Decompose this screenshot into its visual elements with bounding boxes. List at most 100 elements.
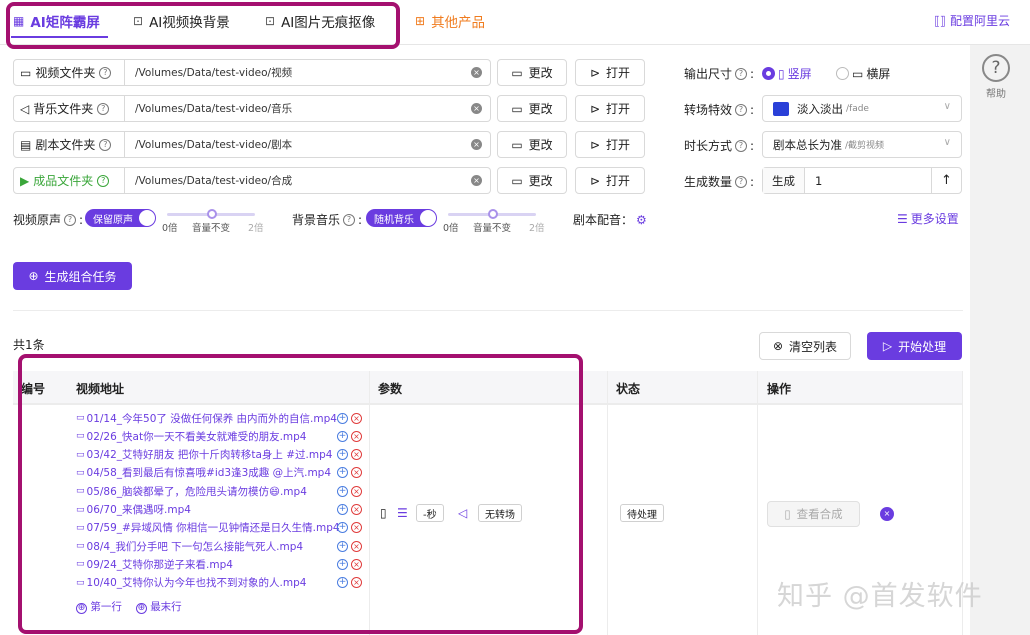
plus-circle-icon: ⊕: [28, 269, 39, 283]
open-output-folder-button[interactable]: ⊳ 打开: [575, 167, 645, 194]
toggle-knob: [139, 210, 155, 226]
folder-icon: ▭: [511, 137, 523, 152]
folder-icon: ▭: [511, 101, 523, 116]
bg-music-label: 背景音乐?:: [292, 212, 363, 228]
speaker-icon: ◁: [20, 101, 30, 116]
keep-original-audio-toggle[interactable]: 保留原声: [85, 209, 156, 227]
total-count: 共1条: [13, 338, 45, 352]
generate-combo-task-button[interactable]: ⊕ 生成组合任务: [13, 262, 132, 290]
question-icon[interactable]: ?: [735, 103, 748, 116]
view-composition-button[interactable]: ▯ 查看合成: [767, 501, 860, 527]
clear-icon[interactable]: ×: [471, 175, 482, 186]
script-voice-label: 剧本配音： ⚙: [573, 212, 647, 228]
duration-mode-select[interactable]: 剧本总长为准/截剪视频 ∨: [762, 131, 962, 158]
chevron-down-icon: ∨: [943, 101, 951, 112]
script-folder-path[interactable]: /Volumes/Data/test-video/剧本 ×: [125, 131, 491, 158]
landscape-radio[interactable]: ▭ 横屏: [836, 65, 890, 82]
output-size-label: 输出尺寸?:: [684, 66, 755, 82]
original-audio-label: 视频原声?:: [13, 212, 84, 228]
transition-select[interactable]: 淡入淡出/fade ∨: [762, 95, 962, 122]
open-music-folder-button[interactable]: ⊳ 打开: [575, 95, 645, 122]
cloud-icon: ⟦⟧: [934, 13, 946, 28]
clear-icon[interactable]: ×: [471, 103, 482, 114]
script-folder-label: ▤ 剧本文件夹?: [13, 131, 125, 158]
output-folder-path[interactable]: /Volumes/Data/test-video/合成 ×: [125, 167, 491, 194]
change-music-folder-button[interactable]: ▭ 更改: [497, 95, 567, 122]
more-settings-link[interactable]: ☰ 更多设置: [897, 210, 959, 227]
question-icon[interactable]: ?: [97, 102, 110, 115]
open-script-folder-button[interactable]: ⊳ 打开: [575, 131, 645, 158]
clear-circle-icon: ⊗: [772, 339, 784, 353]
col-status: 状态: [616, 382, 641, 396]
folder-open-icon: ⊳: [589, 137, 601, 152]
phone-icon: ▯: [778, 66, 785, 81]
column-divider: [607, 371, 608, 635]
highlight-box-table: [18, 354, 583, 634]
tab-other-products[interactable]: ⊞ 其他产品: [415, 11, 485, 31]
random-bg-music-toggle[interactable]: 随机背乐: [366, 209, 437, 227]
music-folder-label: ◁ 背乐文件夹?: [13, 95, 125, 122]
document-icon: ▤: [20, 137, 32, 152]
question-icon[interactable]: ?: [735, 139, 748, 152]
folder-open-icon: ⊳: [589, 65, 601, 80]
apps-icon: ⊞: [415, 14, 426, 28]
generate-count-label: 生成数量?:: [684, 174, 755, 190]
duration-mode-label: 时长方式?:: [684, 138, 755, 154]
radio-selected-icon: [762, 67, 775, 80]
toggle-knob: [420, 210, 436, 226]
highlight-box-tabs: [6, 2, 400, 49]
settings-icon[interactable]: ⚙: [636, 213, 647, 227]
question-icon[interactable]: ?: [343, 213, 356, 226]
open-video-folder-button[interactable]: ⊳ 打开: [575, 59, 645, 86]
output-folder-label: ▶ 成品文件夹?: [13, 167, 125, 194]
phone-icon: ▯: [784, 507, 791, 521]
question-icon[interactable]: ?: [97, 174, 110, 187]
video-icon: ▭: [20, 65, 32, 80]
question-icon[interactable]: ?: [735, 67, 748, 80]
transition-label: 转场特效?:: [684, 102, 755, 118]
volume-tick-0: 0倍: [162, 223, 178, 234]
video-folder-path[interactable]: /Volumes/Data/test-video/视频 ×: [125, 59, 491, 86]
col-actions: 操作: [767, 382, 792, 396]
play-icon: ▶: [20, 173, 30, 188]
help-icon[interactable]: ?: [982, 54, 1010, 82]
start-process-button[interactable]: ▷ 开始处理: [867, 332, 962, 360]
original-volume-handle[interactable]: [207, 209, 217, 219]
help-label: 帮助: [986, 89, 1006, 100]
volume-tick-0: 0倍: [443, 223, 459, 234]
volume-tick-2: 2倍: [248, 223, 264, 234]
config-aliyun-link[interactable]: ⟦⟧ 配置阿里云: [934, 12, 1010, 29]
section-divider: [13, 310, 963, 311]
question-icon[interactable]: ?: [99, 66, 112, 79]
volume-tick-2: 2倍: [529, 223, 545, 234]
column-divider: [757, 371, 758, 635]
portrait-radio[interactable]: ▯ 竖屏: [762, 65, 812, 82]
question-icon[interactable]: ?: [99, 138, 112, 151]
change-video-folder-button[interactable]: ▭ 更改: [497, 59, 567, 86]
watermark: 知乎 @首发软件: [777, 581, 983, 612]
folder-icon: ▭: [511, 65, 523, 80]
radio-unselected-icon: [836, 67, 849, 80]
music-folder-path[interactable]: /Volumes/Data/test-video/音乐 ×: [125, 95, 491, 122]
folder-icon: ▭: [511, 173, 523, 188]
bg-volume-handle[interactable]: [488, 209, 498, 219]
generate-count-input[interactable]: 生成 1 ↑: [762, 167, 962, 194]
fade-thumbnail-icon: [773, 101, 789, 116]
change-script-folder-button[interactable]: ▭ 更改: [497, 131, 567, 158]
clear-icon[interactable]: ×: [471, 139, 482, 150]
right-sidebar: [970, 45, 1030, 635]
delete-row-icon[interactable]: ×: [880, 507, 894, 521]
question-icon[interactable]: ?: [735, 175, 748, 188]
monitor-icon: ▭: [852, 66, 864, 81]
volume-tick-mid: 音量不变: [192, 223, 231, 234]
change-output-folder-button[interactable]: ▭ 更改: [497, 167, 567, 194]
clear-icon[interactable]: ×: [471, 67, 482, 78]
play-circle-icon: ▷: [882, 339, 893, 353]
volume-tick-mid: 音量不变: [473, 223, 512, 234]
increment-button[interactable]: ↑: [931, 168, 961, 193]
status-badge: 待处理: [620, 504, 664, 522]
folder-open-icon: ⊳: [589, 173, 601, 188]
clear-list-button[interactable]: ⊗ 清空列表: [759, 332, 851, 360]
question-icon[interactable]: ?: [64, 213, 77, 226]
chevron-down-icon: ∨: [943, 137, 951, 148]
